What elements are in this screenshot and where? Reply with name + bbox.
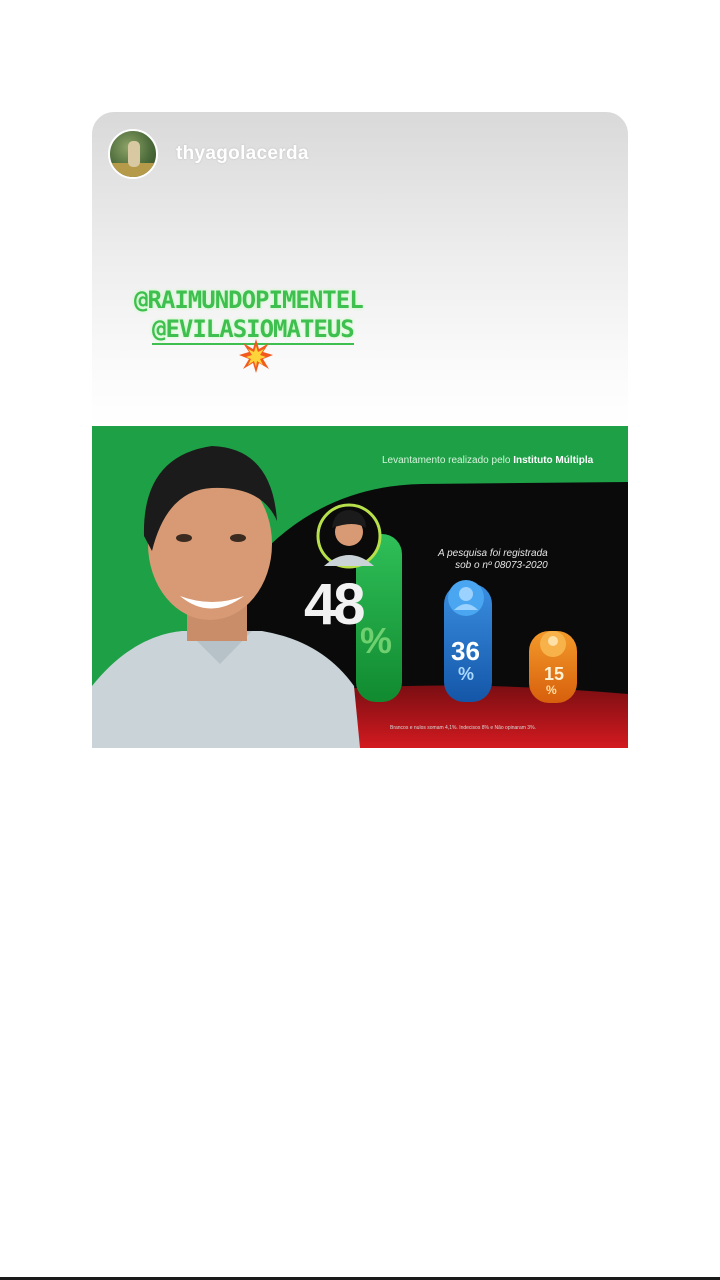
value-candidate-2: 36 [451, 636, 480, 666]
poll-footnote: Brancos e nulos somam 4,1%. Indecisos 8%… [390, 725, 536, 731]
avatar-figure [128, 141, 140, 167]
username[interactable]: thyagolacerda [176, 143, 309, 165]
story-header[interactable]: thyagolacerda [108, 128, 309, 180]
story-text-area: thyagolacerda @RAIMUNDOPIMENTEL @EVILASI… [92, 112, 628, 426]
value-candidate-1: 48 [304, 572, 365, 637]
percent-candidate-3: % [546, 683, 557, 697]
poll-header: Levantamento realizado pelo Instituto Mú… [382, 455, 593, 466]
percent-candidate-2: % [458, 664, 475, 684]
story-card: thyagolacerda @RAIMUNDOPIMENTEL @EVILASI… [92, 112, 628, 748]
registration-line-2: sob o nº 08073-2020 [455, 560, 548, 571]
poll-registration: A pesquisa foi registrada sob o nº 08073… [438, 548, 548, 572]
avatar[interactable] [108, 129, 158, 179]
poll-header-prefix: Levantamento realizado pelo [382, 455, 511, 466]
value-candidate-3: 15 [544, 664, 565, 684]
poll-institute: Instituto Múltipla [513, 455, 594, 466]
percent-candidate-1: % [360, 620, 393, 661]
poll-image: Levantamento realizado pelo Instituto Mú… [92, 426, 628, 748]
registration-line-1: A pesquisa foi registrada [438, 548, 548, 559]
mention-raimundo[interactable]: @RAIMUNDOPIMENTEL [134, 286, 364, 314]
explosion-icon [239, 339, 273, 373]
